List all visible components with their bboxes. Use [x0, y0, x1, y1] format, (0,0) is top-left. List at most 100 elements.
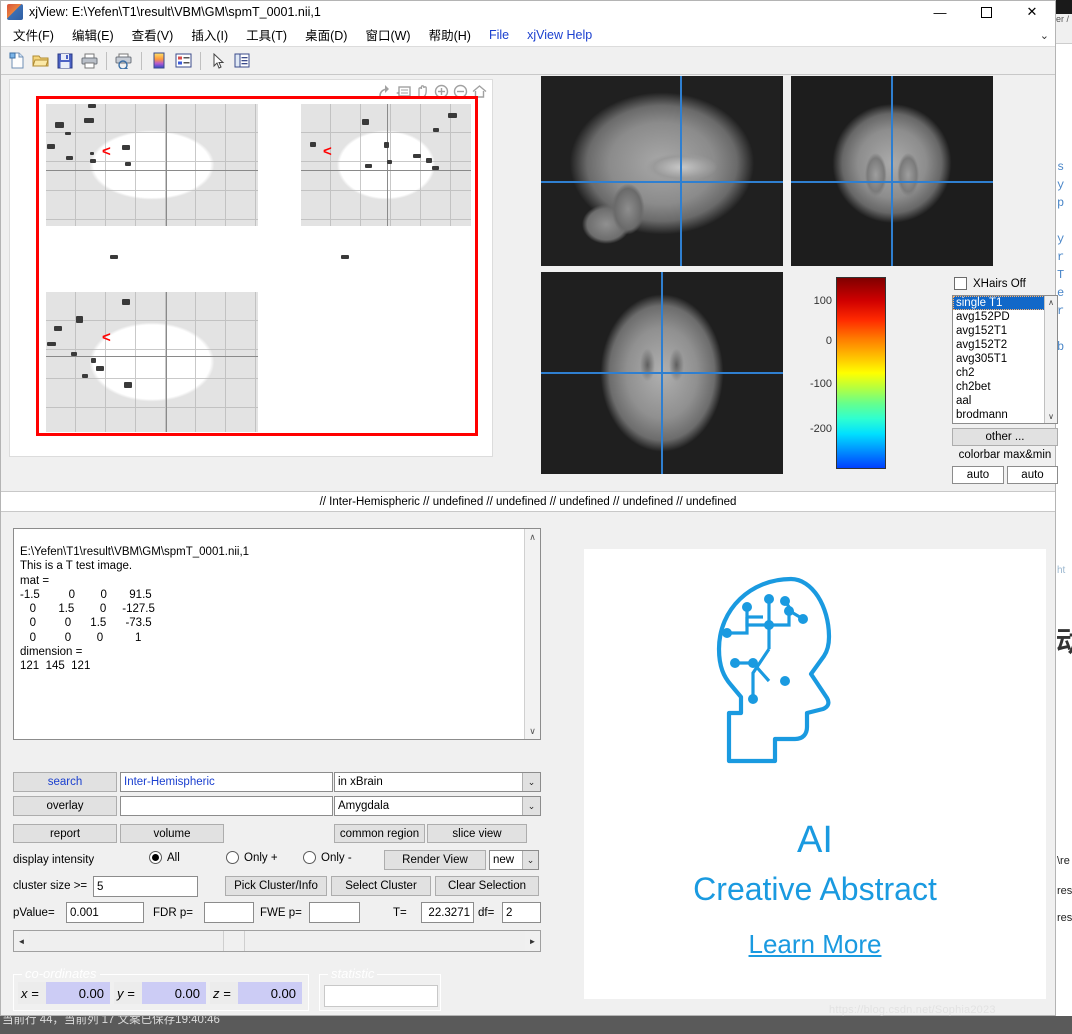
xhairs-checkbox[interactable]: [954, 277, 967, 290]
maximize-button[interactable]: [963, 1, 1009, 23]
radio-icon[interactable]: [149, 851, 162, 864]
menu-item-file[interactable]: File: [480, 28, 518, 42]
template-item-brodmann[interactable]: brodmann: [953, 408, 1057, 422]
save-icon[interactable]: [53, 49, 77, 73]
scroll-down-icon[interactable]: ∨: [525, 726, 540, 737]
menu-item-xjview-help[interactable]: xjView Help: [518, 28, 601, 42]
overlay-input[interactable]: [120, 796, 333, 816]
template-list-scrollbar[interactable]: ∧ ∨: [1044, 296, 1057, 423]
slider-right-arrow[interactable]: ►: [525, 931, 540, 951]
image-info-panel[interactable]: E:\Yefen\T1\result\VBM\GM\spmT_0001.nii,…: [13, 528, 541, 740]
template-item-avg152t2[interactable]: avg152T2: [953, 338, 1057, 352]
glass-brain-panel[interactable]: < < <: [9, 79, 493, 457]
df-value-field[interactable]: 2: [502, 902, 541, 923]
menu-item-edit-cn[interactable]: 编辑(E): [63, 25, 123, 44]
crosshair-horizontal: [541, 372, 783, 374]
info-scrollbar[interactable]: ∧ ∨: [524, 529, 540, 739]
render-target-dropdown[interactable]: new ⌄: [489, 850, 539, 870]
volume-button[interactable]: volume: [120, 824, 224, 843]
overlay-region-dropdown[interactable]: Amygdala ⌄: [334, 796, 541, 816]
search-input[interactable]: Inter-Hemispheric: [120, 772, 333, 792]
search-button[interactable]: search: [13, 772, 117, 792]
colormap-icon[interactable]: [147, 49, 171, 73]
menu-item-file-cn[interactable]: 文件(F): [4, 25, 63, 44]
fdr-input[interactable]: [204, 902, 254, 923]
slider-left-arrow[interactable]: ◄: [14, 931, 29, 951]
menu-item-help-cn[interactable]: 帮助(H): [420, 25, 480, 44]
slice-coronal[interactable]: [791, 76, 993, 266]
ad-learn-more-link[interactable]: Learn More: [584, 929, 1046, 960]
statistic-value-field[interactable]: [324, 985, 438, 1007]
xhairs-toggle[interactable]: XHairs Off: [954, 277, 1026, 290]
cluster-size-input[interactable]: 5: [93, 876, 198, 897]
common-region-button[interactable]: common region: [334, 824, 425, 843]
colorbar-max-field[interactable]: auto: [952, 466, 1004, 484]
intensity-radio-positive[interactable]: Only +: [226, 851, 278, 864]
slice-sagittal[interactable]: [541, 76, 783, 266]
z-value[interactable]: 0.00: [238, 982, 302, 1004]
minimize-button[interactable]: —: [917, 1, 963, 23]
radio-icon[interactable]: [226, 851, 239, 864]
slice-view-button[interactable]: slice view: [427, 824, 527, 843]
template-item-ch2bet[interactable]: ch2bet: [953, 380, 1057, 394]
template-item-aal[interactable]: aal: [953, 394, 1057, 408]
slider-track[interactable]: [29, 931, 525, 951]
chevron-down-icon[interactable]: ⌄: [522, 851, 538, 869]
other-template-button[interactable]: other ...: [952, 428, 1058, 446]
template-item-avg152pd[interactable]: avg152PD: [953, 310, 1057, 324]
print-preview-icon[interactable]: [112, 49, 136, 73]
report-button[interactable]: report: [13, 824, 117, 843]
fwe-input[interactable]: [309, 902, 360, 923]
x-value[interactable]: 0.00: [46, 982, 110, 1004]
menu-item-insert-cn[interactable]: 插入(I): [182, 25, 237, 44]
y-value[interactable]: 0.00: [142, 982, 206, 1004]
advertisement-panel[interactable]: AI Creative Abstract Learn More: [584, 549, 1046, 999]
chevron-down-icon[interactable]: ⌄: [1040, 29, 1049, 42]
x-coordinate[interactable]: x = 0.00: [18, 982, 110, 1004]
slider-thumb[interactable]: [223, 931, 245, 951]
chevron-down-icon[interactable]: ⌄: [522, 773, 540, 791]
template-item-avg152t1[interactable]: avg152T1: [953, 324, 1057, 338]
print-icon[interactable]: [77, 49, 101, 73]
menu-item-view-cn[interactable]: 查看(V): [123, 25, 183, 44]
mip-view-axial[interactable]: <: [46, 292, 258, 432]
xjview-window: xjView: E:\Yefen\T1\result\VBM\GM\spmT_0…: [0, 0, 1058, 1016]
z-coordinate[interactable]: z = 0.00: [210, 982, 302, 1004]
intensity-radio-all[interactable]: All: [149, 851, 180, 864]
background-window[interactable]: [1055, 0, 1072, 1034]
chevron-down-icon[interactable]: ⌄: [522, 797, 540, 815]
legend-icon[interactable]: [171, 49, 195, 73]
menu-item-desktop-cn[interactable]: 桌面(D): [296, 25, 356, 44]
template-item-ch2[interactable]: ch2: [953, 366, 1057, 380]
new-file-icon[interactable]: [5, 49, 29, 73]
menu-item-tools-cn[interactable]: 工具(T): [237, 25, 296, 44]
t-value-field[interactable]: 22.3271: [421, 902, 474, 923]
template-item-avg305t1[interactable]: avg305T1: [953, 352, 1057, 366]
threshold-slider[interactable]: ◄ ►: [13, 930, 541, 952]
render-view-button[interactable]: Render View: [384, 850, 486, 870]
pvalue-input[interactable]: 0.001: [66, 902, 144, 923]
mip-view-coronal[interactable]: <: [301, 104, 471, 226]
intensity-radio-negative[interactable]: Only -: [303, 851, 352, 864]
radio-icon[interactable]: [303, 851, 316, 864]
slice-axial[interactable]: [541, 272, 783, 474]
pick-cluster-info-button[interactable]: Pick Cluster/Info: [225, 876, 327, 896]
pointer-icon[interactable]: [206, 49, 230, 73]
scroll-up-icon[interactable]: ∧: [525, 529, 540, 543]
y-coordinate[interactable]: y = 0.00: [114, 982, 206, 1004]
open-folder-icon[interactable]: [29, 49, 53, 73]
scroll-down-icon[interactable]: ∨: [1045, 410, 1057, 423]
close-button[interactable]: ✕: [1009, 1, 1055, 23]
template-listbox[interactable]: single T1 avg152PD avg152T1 avg152T2 avg…: [952, 295, 1058, 424]
overlay-button[interactable]: overlay: [13, 796, 117, 816]
mip-view-sagittal[interactable]: <: [46, 104, 258, 226]
menu-item-window-cn[interactable]: 窗口(W): [356, 25, 419, 44]
colorbar-min-field[interactable]: auto: [1007, 466, 1058, 484]
clear-selection-button[interactable]: Clear Selection: [435, 876, 539, 896]
search-scope-dropdown[interactable]: in xBrain ⌄: [334, 772, 541, 792]
select-cluster-button[interactable]: Select Cluster: [331, 876, 431, 896]
plot-browser-icon[interactable]: [230, 49, 254, 73]
template-item-single-t1[interactable]: single T1: [953, 296, 1057, 310]
scroll-up-icon[interactable]: ∧: [1045, 296, 1057, 309]
scrollbar-track[interactable]: [1045, 309, 1057, 410]
